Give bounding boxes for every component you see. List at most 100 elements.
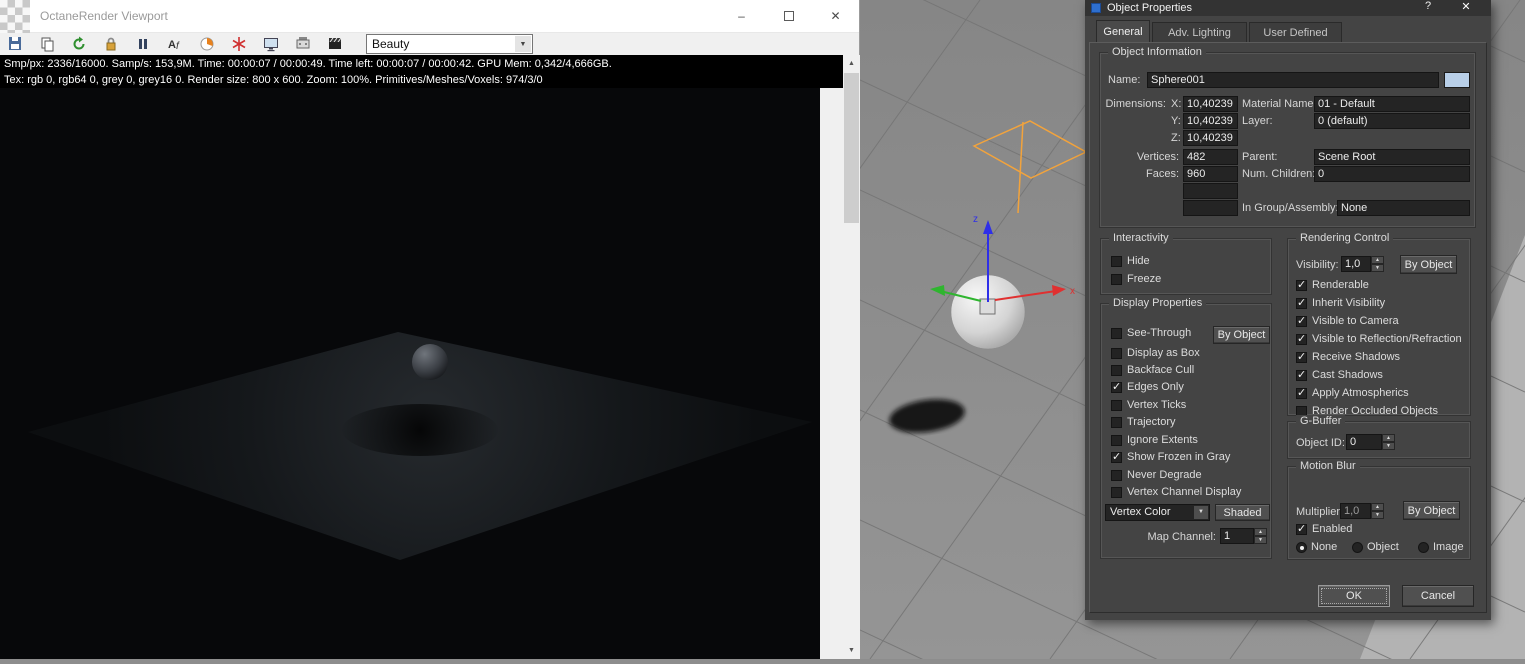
tab-general[interactable]: General [1096, 20, 1150, 42]
dialog-close-button[interactable]: ✕ [1455, 0, 1477, 16]
visibility-by-object-button[interactable]: By Object [1400, 255, 1457, 274]
spinner-up-icon[interactable]: ▲ [1382, 434, 1395, 442]
display-icon[interactable] [262, 35, 280, 53]
gizmo-y-arrow-icon[interactable] [930, 285, 945, 296]
motion-blur-image-radio[interactable]: Image [1418, 541, 1464, 553]
checkbox-icon[interactable] [1296, 368, 1307, 381]
name-field[interactable]: Sphere001 [1147, 72, 1439, 88]
checkbox-icon[interactable] [1296, 522, 1307, 535]
ignore-extents-checkbox-row[interactable]: Ignore Extents [1111, 434, 1198, 446]
dimension-x-field[interactable]: 10,40239 [1183, 96, 1238, 112]
edges-only-checkbox-row[interactable]: Edges Only [1111, 380, 1184, 393]
checkbox-icon[interactable] [1296, 386, 1307, 399]
dimension-z-field[interactable]: 10,40239 [1183, 130, 1238, 146]
checkbox-icon[interactable] [1111, 399, 1122, 411]
checkbox-icon[interactable] [1111, 434, 1122, 446]
scrollbar-thumb[interactable] [844, 73, 859, 223]
checkbox-icon[interactable] [1111, 450, 1122, 463]
copy-icon[interactable] [38, 35, 56, 53]
checkbox-icon[interactable] [1111, 364, 1122, 376]
multiplier-spinner[interactable]: ▲ ▼ [1371, 503, 1384, 519]
motion-blur-by-object-button[interactable]: By Object [1403, 501, 1460, 520]
scroll-down-icon[interactable]: ▼ [843, 642, 860, 659]
lock-icon[interactable] [102, 35, 120, 53]
checkbox-icon[interactable] [1111, 327, 1122, 339]
spinner-down-icon[interactable]: ▼ [1371, 511, 1384, 519]
object-id-field[interactable]: 0 [1346, 434, 1382, 450]
chevron-down-icon[interactable]: ▼ [1194, 506, 1208, 519]
octane-titlebar[interactable]: OctaneRender Viewport – ✕ [0, 0, 859, 33]
export-icon[interactable] [6, 35, 24, 53]
gizmo-z-arrow-icon[interactable] [983, 220, 993, 234]
map-channel-spinner[interactable]: ▲ ▼ [1254, 528, 1267, 544]
object-color-swatch[interactable] [1444, 72, 1470, 88]
vertical-scrollbar[interactable]: ▲ ▼ [843, 55, 860, 659]
never-degrade-checkbox-row[interactable]: Never Degrade [1111, 469, 1202, 481]
motion-blur-object-radio[interactable]: Object [1352, 541, 1399, 553]
refresh-icon[interactable] [70, 35, 88, 53]
checkbox-icon[interactable] [1111, 347, 1122, 359]
dimension-y-field[interactable]: 10,40239 [1183, 113, 1238, 129]
checkbox-icon[interactable] [1111, 255, 1122, 267]
radio-icon[interactable] [1418, 541, 1429, 553]
checkbox-icon[interactable] [1296, 314, 1307, 327]
layer-field[interactable]: 0 (default) [1314, 113, 1470, 129]
spinner-down-icon[interactable]: ▼ [1371, 264, 1384, 272]
maximize-button[interactable] [765, 0, 812, 32]
backface-cull-checkbox-row[interactable]: Backface Cull [1111, 364, 1194, 376]
checkbox-icon[interactable] [1296, 332, 1307, 345]
render-pass-select[interactable]: Beauty ▼ [366, 34, 533, 54]
freeze-checkbox-row[interactable]: Freeze [1111, 273, 1161, 285]
multiplier-field[interactable]: 1,0 [1340, 503, 1371, 519]
checkbox-icon[interactable] [1111, 273, 1122, 285]
checkbox-icon[interactable] [1111, 416, 1122, 428]
checkbox-icon[interactable] [1296, 278, 1307, 291]
spinner-up-icon[interactable]: ▲ [1371, 256, 1384, 264]
motion-blur-none-radio[interactable]: None [1296, 541, 1337, 553]
font-info-icon[interactable]: Af [166, 35, 184, 53]
color-wheel-icon[interactable] [198, 35, 216, 53]
checkbox-icon[interactable] [1296, 350, 1307, 363]
checkbox-icon[interactable] [1296, 296, 1307, 309]
spinner-up-icon[interactable]: ▲ [1371, 503, 1384, 511]
vertex-channel-display-checkbox-row[interactable]: Vertex Channel Display [1111, 486, 1241, 498]
enabled-checkbox-row[interactable]: Enabled [1296, 522, 1352, 535]
map-channel-field[interactable]: 1 [1220, 528, 1254, 544]
receive-shadows-checkbox-row[interactable]: Receive Shadows [1296, 350, 1400, 363]
dialog-titlebar[interactable]: Object Properties ? ✕ [1085, 0, 1491, 16]
spinner-down-icon[interactable]: ▼ [1254, 536, 1267, 544]
cancel-button[interactable]: Cancel [1402, 585, 1474, 607]
gizmo-x-arrow-icon[interactable] [1052, 285, 1066, 296]
see-through-checkbox-row[interactable]: See-Through [1111, 327, 1191, 339]
pause-icon[interactable] [134, 35, 152, 53]
trajectory-checkbox-row[interactable]: Trajectory [1111, 416, 1176, 428]
visibility-spinner[interactable]: ▲ ▼ [1371, 256, 1384, 272]
spinner-down-icon[interactable]: ▼ [1382, 442, 1395, 450]
cast-shadows-checkbox-row[interactable]: Cast Shadows [1296, 368, 1383, 381]
tab-user-defined[interactable]: User Defined [1249, 22, 1342, 42]
visible-to-reflection-checkbox-row[interactable]: Visible to Reflection/Refraction [1296, 332, 1462, 345]
tab-adv-lighting[interactable]: Adv. Lighting [1152, 22, 1247, 42]
checkbox-icon[interactable] [1111, 469, 1122, 481]
clapper-icon[interactable] [326, 35, 344, 53]
printer-icon[interactable] [294, 35, 312, 53]
material-name-field[interactable]: 01 - Default [1314, 96, 1470, 112]
chevron-down-icon[interactable]: ▼ [515, 36, 531, 52]
display-by-object-button[interactable]: By Object [1213, 326, 1270, 344]
snowflake-icon[interactable] [230, 35, 248, 53]
shaded-button[interactable]: Shaded [1215, 504, 1270, 521]
hide-checkbox-row[interactable]: Hide [1111, 255, 1150, 267]
checkbox-icon[interactable] [1111, 486, 1122, 498]
area-light-shape[interactable] [972, 120, 1088, 214]
render-viewport[interactable] [0, 88, 820, 659]
radio-icon[interactable] [1352, 541, 1363, 553]
visibility-field[interactable]: 1,0 [1341, 256, 1371, 272]
radio-icon[interactable] [1296, 541, 1307, 553]
help-button[interactable]: ? [1417, 0, 1439, 16]
object-id-spinner[interactable]: ▲ ▼ [1382, 434, 1395, 450]
display-as-box-checkbox-row[interactable]: Display as Box [1111, 347, 1200, 359]
checkbox-icon[interactable] [1111, 380, 1122, 393]
renderable-checkbox-row[interactable]: Renderable [1296, 278, 1369, 291]
show-frozen-in-gray-checkbox-row[interactable]: Show Frozen in Gray [1111, 450, 1230, 463]
close-button[interactable]: ✕ [812, 0, 859, 32]
